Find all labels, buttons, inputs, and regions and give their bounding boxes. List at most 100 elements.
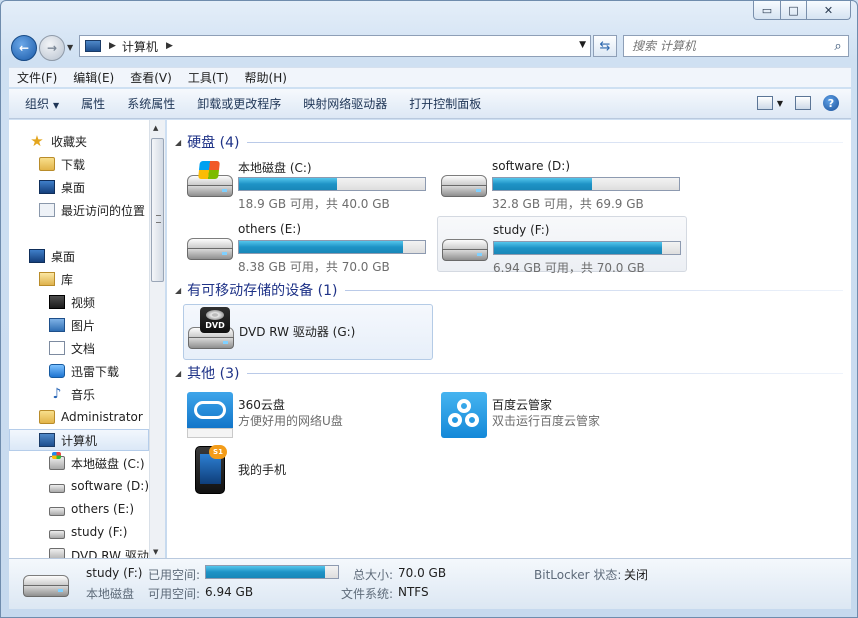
nav-label: others (E:)	[71, 502, 135, 516]
nav-label: DVD RW 驱动	[71, 548, 149, 559]
dvd-drive-icon: DVD	[188, 307, 234, 349]
nav-music[interactable]: ♪ 音乐	[49, 383, 95, 405]
nav-downloads[interactable]: 下载	[39, 153, 85, 175]
nav-label: 音乐	[71, 387, 96, 402]
refresh-button[interactable]: ⇆	[593, 35, 617, 57]
nav-desktop[interactable]: 桌面	[29, 245, 75, 267]
nav-drive-e[interactable]: others (E:)	[49, 498, 134, 520]
drive-name: software (D:)	[492, 159, 570, 173]
nav-recent[interactable]: 最近访问的位置	[39, 199, 145, 221]
drive-name: 本地磁盘 (C:)	[238, 161, 312, 175]
help-icon[interactable]: ?	[823, 95, 839, 111]
uninstall-program-button[interactable]: 卸载或更改程序	[186, 95, 292, 112]
collapse-icon[interactable]: ◢	[175, 138, 181, 147]
nav-thunder-downloads[interactable]: 迅雷下载	[49, 360, 119, 382]
preview-pane-icon[interactable]	[795, 96, 811, 110]
tile-360-cloud[interactable]: 360云盘 方便好用的网络U盘	[183, 386, 433, 442]
refresh-icon: ⇆	[599, 38, 611, 54]
scroll-thumb[interactable]	[151, 138, 164, 282]
breadcrumb-separator-icon[interactable]: ▶	[166, 41, 173, 51]
forward-button[interactable]: →	[39, 35, 65, 61]
search-icon[interactable]: ⌕	[828, 39, 848, 54]
back-button[interactable]: ←	[11, 35, 37, 61]
details-total-value: 70.0 GB	[398, 566, 447, 580]
scroll-down-icon[interactable]: ▼	[153, 548, 158, 556]
group-title: 硬盘 (4)	[187, 135, 240, 151]
drive-tile-e[interactable]: others (E:) 8.38 GB 可用，共 70.0 GB	[183, 216, 433, 274]
address-bar[interactable]: ▶ 计算机 ▶ ▼	[79, 35, 591, 57]
nav-videos[interactable]: 视频	[49, 291, 95, 313]
drive-free-text: 32.8 GB 可用，共 69.9 GB	[492, 197, 644, 211]
nav-label: 本地磁盘 (C:)	[71, 456, 145, 471]
minimize-button[interactable]: ▭	[753, 1, 781, 20]
nav-label: 桌面	[51, 249, 76, 264]
breadcrumb-computer[interactable]: 计算机	[122, 38, 158, 55]
item-desc: 双击运行百度云管家	[492, 414, 601, 428]
dvd-drive-tile[interactable]: DVD DVD RW 驱动器 (G:)	[183, 304, 433, 360]
nav-drive-f[interactable]: study (F:)	[49, 521, 127, 543]
tile-my-phone[interactable]: S1 我的手机	[183, 442, 433, 498]
nav-drive-g[interactable]: DVD RW 驱动	[49, 544, 149, 558]
nav-drive-d[interactable]: software (D:)	[49, 475, 149, 497]
scroll-up-icon[interactable]: ▲	[153, 124, 158, 132]
tile-baidu-cloud[interactable]: 百度云管家 双击运行百度云管家	[437, 386, 687, 442]
drive-tile-c[interactable]: 本地磁盘 (C:) 18.9 GB 可用，共 40.0 GB	[183, 153, 433, 211]
nav-label: Administrator	[61, 410, 143, 424]
nav-desktop-fav[interactable]: 桌面	[39, 176, 85, 198]
nav-favorites[interactable]: ★ 收藏夹	[29, 130, 87, 152]
breadcrumb-separator-icon[interactable]: ▶	[109, 41, 116, 51]
organize-button[interactable]: 组织 ▼	[9, 95, 70, 112]
search-input[interactable]	[624, 38, 828, 54]
menu-view[interactable]: 查看(V)	[122, 69, 180, 86]
collapse-icon[interactable]: ◢	[175, 369, 181, 378]
menu-edit[interactable]: 编辑(E)	[65, 69, 122, 86]
drive-tile-d[interactable]: software (D:) 32.8 GB 可用，共 69.9 GB	[437, 153, 687, 211]
nav-pictures[interactable]: 图片	[49, 314, 95, 336]
group-divider	[247, 141, 843, 143]
group-hard-drives[interactable]: ◢ 硬盘 (4)	[175, 132, 843, 152]
drive-tile-f[interactable]: study (F:) 6.94 GB 可用，共 70.0 GB	[437, 216, 687, 275]
history-dropdown-icon[interactable]: ▼	[67, 43, 73, 52]
collapse-icon[interactable]: ◢	[175, 286, 181, 295]
group-other[interactable]: ◢ 其他 (3)	[175, 363, 843, 383]
command-bar: 组织 ▼ 属性 系统属性 卸载或更改程序 映射网络驱动器 打开控制面板 ▼ ?	[9, 89, 851, 119]
nav-computer[interactable]: 计算机	[9, 429, 149, 451]
properties-button[interactable]: 属性	[70, 95, 116, 112]
details-usage-bar	[205, 565, 339, 579]
search-box[interactable]: ⌕	[623, 35, 849, 57]
close-button[interactable]: ✕	[807, 1, 851, 20]
details-bitlocker-label: BitLocker 状态:	[534, 568, 622, 582]
chevron-down-icon[interactable]: ▼	[777, 99, 783, 108]
map-network-drive-button[interactable]: 映射网络驱动器	[292, 95, 398, 112]
library-folder-icon	[39, 272, 55, 286]
details-fs-value: NTFS	[398, 585, 429, 599]
group-divider	[247, 372, 843, 374]
drive-name: study (F:)	[493, 223, 550, 237]
nav-administrator[interactable]: Administrator	[39, 406, 143, 428]
menu-tools[interactable]: 工具(T)	[180, 69, 237, 86]
video-library-icon	[49, 295, 65, 309]
drive-name: DVD RW 驱动器 (G:)	[239, 325, 356, 339]
maximize-button[interactable]: □	[781, 1, 807, 20]
nav-documents[interactable]: 文档	[49, 337, 95, 359]
nav-library[interactable]: 库	[39, 268, 73, 290]
menu-help[interactable]: 帮助(H)	[237, 69, 295, 86]
change-view-icon[interactable]	[756, 96, 773, 110]
menu-file[interactable]: 文件(F)	[9, 69, 65, 86]
nav-scrollbar[interactable]: ▲ ▼	[149, 120, 165, 558]
nav-label: 图片	[71, 318, 96, 333]
dvd-drive-icon	[49, 548, 65, 558]
hard-drive-icon	[441, 175, 487, 197]
documents-library-icon	[49, 341, 65, 355]
system-properties-button[interactable]: 系统属性	[116, 95, 186, 112]
chevron-down-icon: ▼	[53, 101, 60, 110]
nav-drive-c[interactable]: 本地磁盘 (C:)	[49, 452, 145, 474]
phone-icon: S1	[195, 445, 227, 494]
thunder-download-icon	[49, 364, 65, 378]
group-removable-storage[interactable]: ◢ 有可移动存储的设备 (1)	[175, 280, 843, 300]
details-free-value: 6.94 GB	[205, 585, 254, 599]
address-dropdown-icon[interactable]: ▼	[579, 40, 586, 50]
details-bitlocker-value: 关闭	[624, 568, 649, 582]
open-control-panel-button[interactable]: 打开控制面板	[398, 95, 492, 112]
nav-label: 迅雷下载	[71, 364, 120, 379]
